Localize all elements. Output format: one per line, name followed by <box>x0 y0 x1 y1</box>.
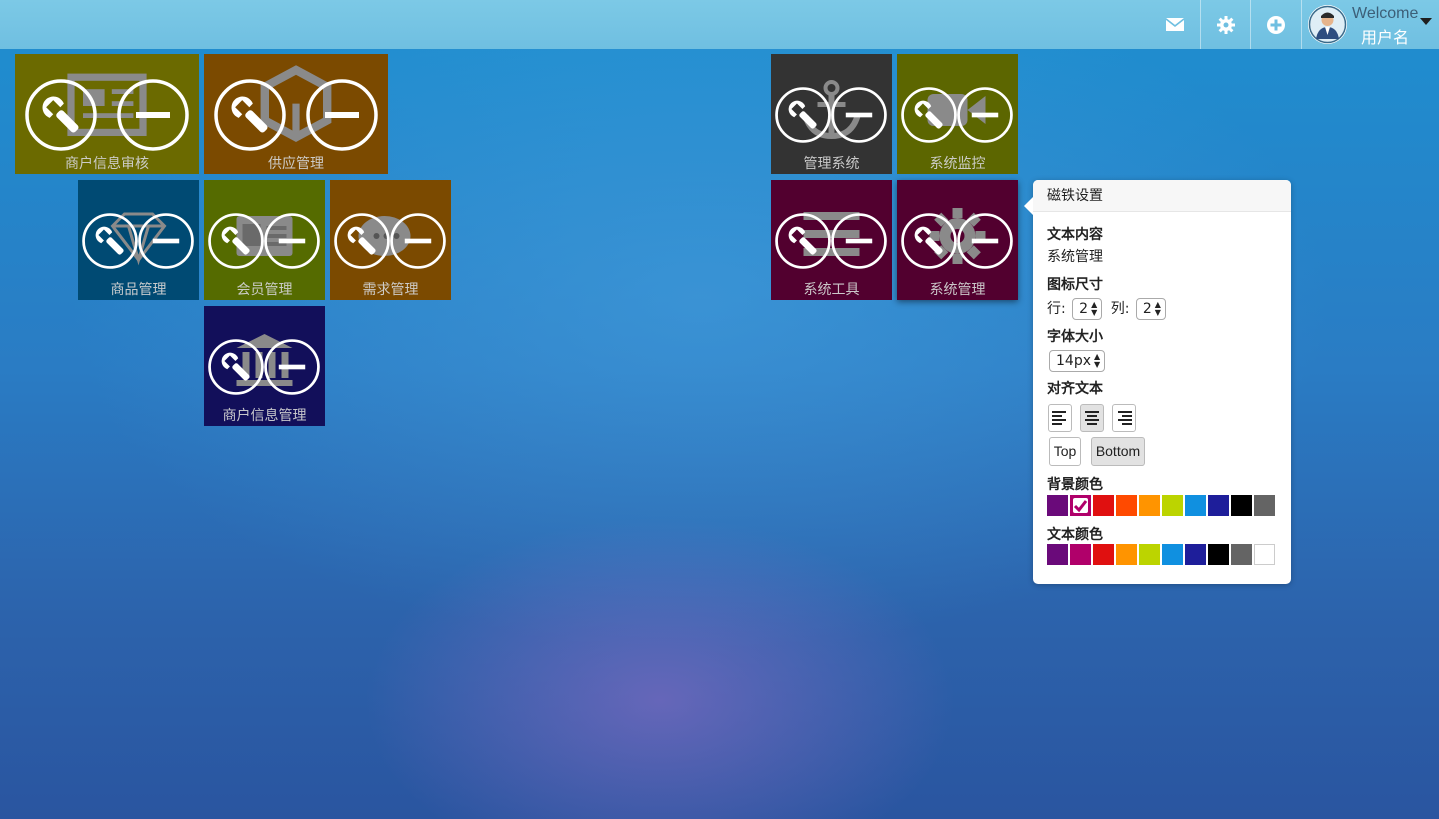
bg-color-swatch[interactable] <box>1070 495 1091 516</box>
avatar[interactable] <box>1308 5 1347 44</box>
tile-settings-panel: 磁铁设置 文本内容 系统管理 图标尺寸 行: 2 ▲ ▼ 列: 2 ▲ ▼ 字体大小 1… <box>1024 180 1291 584</box>
check-icon <box>1073 498 1088 513</box>
edit-wrench-icon <box>214 79 286 151</box>
tile[interactable]: 供应管理 <box>204 54 388 174</box>
cubes-icon <box>260 65 332 142</box>
text-color-swatch[interactable] <box>1047 544 1068 565</box>
font-size-value: 14px <box>1056 353 1091 369</box>
tile[interactable]: 管理系统 <box>771 54 892 174</box>
row-value: 2 <box>1079 301 1089 317</box>
bg-color-swatch[interactable] <box>1231 495 1252 516</box>
bg-color-label: 背景颜色 <box>1047 477 1103 493</box>
align-left-button[interactable] <box>1048 404 1072 432</box>
tile-label: 需求管理 <box>362 282 419 298</box>
username: 用户名 <box>1361 28 1410 47</box>
tile[interactable]: 系统监控 <box>897 54 1018 174</box>
text-color-swatch[interactable] <box>1093 544 1114 565</box>
bg-color-swatch[interactable] <box>1254 495 1275 516</box>
bg-color-swatch[interactable] <box>1139 495 1160 516</box>
tile[interactable]: 系统管理 <box>897 180 1018 300</box>
bg-color-swatch[interactable] <box>1093 495 1114 516</box>
col-label: 列: <box>1110 301 1130 317</box>
welcome-text: Welcome <box>1352 5 1419 22</box>
row-stepper[interactable]: 2 ▲ ▼ <box>1072 298 1103 320</box>
font-size-label: 字体大小 <box>1047 329 1103 345</box>
text-color-swatch[interactable] <box>1185 544 1206 565</box>
text-color-swatch[interactable] <box>1208 544 1229 565</box>
newspaper-icon <box>67 73 147 137</box>
tile[interactable]: 会员管理 <box>204 180 325 300</box>
text-color-label: 文本颜色 <box>1047 527 1103 543</box>
row-label: 行: <box>1047 301 1066 317</box>
align-right-button[interactable] <box>1112 404 1136 432</box>
tile-label: 供应管理 <box>268 156 324 172</box>
tile-label: 系统工具 <box>803 282 860 298</box>
panel-title: 磁铁设置 <box>1033 180 1291 212</box>
stepper-arrows-icon: ▲ ▼ <box>1154 300 1161 317</box>
tile-label: 会员管理 <box>236 282 293 298</box>
align-label: 对齐文本 <box>1047 381 1103 397</box>
plus-circle-icon[interactable] <box>1250 0 1300 49</box>
bg-color-swatch[interactable] <box>1162 495 1183 516</box>
edit-wrench-icon <box>775 213 831 269</box>
tile[interactable]: 商户信息审核 <box>15 54 199 174</box>
tile-label: 系统监控 <box>929 156 986 172</box>
tile-label: 系统管理 <box>929 282 986 298</box>
remove-minus-icon <box>138 213 194 269</box>
tile-label: 商户信息管理 <box>222 408 307 424</box>
position-bottom-button[interactable]: Bottom <box>1091 437 1145 466</box>
tile[interactable]: 需求管理 <box>330 180 451 300</box>
remove-minus-icon <box>831 213 887 269</box>
stepper-arrows-icon: ▲ ▼ <box>1094 352 1101 369</box>
text-color-swatch[interactable] <box>1162 544 1183 565</box>
col-stepper[interactable]: 2 ▲ ▼ <box>1135 298 1166 320</box>
text-color-swatch[interactable] <box>1231 544 1252 565</box>
tile-label: 商户信息审核 <box>65 156 149 172</box>
text-content-value[interactable]: 系统管理 <box>1047 246 1103 266</box>
stepper-arrows-icon: ▲ ▼ <box>1091 300 1098 317</box>
align-center-icon <box>1085 411 1099 425</box>
align-center-button[interactable] <box>1080 404 1104 432</box>
gear-icon[interactable] <box>1200 0 1250 49</box>
tile-label: 管理系统 <box>803 156 860 172</box>
position-top-button[interactable]: Top <box>1049 437 1081 466</box>
tile[interactable]: 系统工具 <box>771 180 892 300</box>
mail-icon[interactable] <box>1150 0 1200 49</box>
text-color-swatch[interactable] <box>1116 544 1137 565</box>
col-value: 2 <box>1142 301 1152 317</box>
gear-icon <box>929 208 986 264</box>
tile[interactable]: 商品管理 <box>78 180 199 300</box>
align-right-icon <box>1118 411 1132 425</box>
bg-color-swatch[interactable] <box>1185 495 1206 516</box>
text-color-swatch[interactable] <box>1254 544 1275 565</box>
edit-wrench-icon <box>208 339 264 395</box>
bg-color-swatch[interactable] <box>1208 495 1229 516</box>
text-color-swatch[interactable] <box>1070 544 1091 565</box>
tile[interactable]: 商户信息管理 <box>204 306 325 426</box>
icon-size-row: 行: 2 ▲ ▼ 列: 2 ▲ ▼ <box>1047 298 1166 320</box>
tile-label: 商品管理 <box>110 282 167 298</box>
remove-minus-icon <box>306 79 378 151</box>
panel-pointer <box>1024 197 1033 215</box>
bg-color-swatch[interactable] <box>1116 495 1137 516</box>
edit-wrench-icon <box>82 213 138 269</box>
chevron-down-icon[interactable] <box>1420 18 1432 25</box>
edit-wrench-icon <box>775 87 831 143</box>
icon-size-label: 图标尺寸 <box>1047 277 1103 293</box>
align-left-icon <box>1052 411 1066 425</box>
text-content-label: 文本内容 <box>1047 227 1103 243</box>
remove-minus-icon <box>831 87 887 143</box>
bg-color-swatch[interactable] <box>1047 495 1068 516</box>
font-size-select[interactable]: 14px ▲ ▼ <box>1049 350 1106 372</box>
user-menu[interactable]: Welcome 用户名 <box>1301 0 1439 49</box>
top-bar: Welcome 用户名 <box>0 0 1439 49</box>
text-color-swatch[interactable] <box>1139 544 1160 565</box>
font-size-row: 14px ▲ ▼ <box>1049 350 1106 372</box>
